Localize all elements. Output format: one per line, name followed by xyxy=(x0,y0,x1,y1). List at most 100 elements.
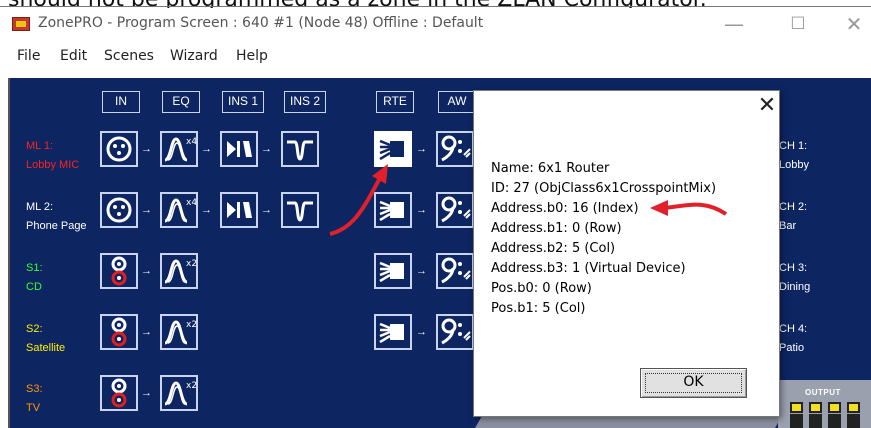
eq-multiplier: x4 xyxy=(186,137,196,147)
xlr-connector-icon[interactable] xyxy=(100,192,138,228)
output-panel-label: OUTPUT xyxy=(805,388,841,397)
menu-scenes[interactable]: Scenes xyxy=(104,48,154,64)
output-channel-label[interactable]: CH 3: Dining xyxy=(779,259,810,297)
signal-arrow-icon: → xyxy=(416,326,427,338)
output-channel-label[interactable]: CH 2: Bar xyxy=(779,198,807,236)
eq-multiplier: x2 xyxy=(186,320,196,330)
info-pos-b0: Pos.b0: 0 (Row) xyxy=(491,281,592,296)
eq-curve-icon[interactable]: x4 xyxy=(160,131,198,167)
output-channel-id: CH 3: xyxy=(779,262,808,274)
signal-arrow-icon: → xyxy=(416,143,427,155)
input-channel-label[interactable]: ML 2: Phone Page xyxy=(26,198,87,236)
output-led-icon xyxy=(828,402,841,413)
output-led-base xyxy=(847,414,860,428)
column-header-rte: RTE xyxy=(376,91,414,113)
column-header-in: IN xyxy=(102,91,140,113)
output-channel-id: CH 4: xyxy=(779,323,808,335)
ok-button[interactable]: OK xyxy=(640,368,747,398)
output-led-base xyxy=(790,414,803,428)
input-channel-id: S2: xyxy=(26,323,43,335)
ambient-noise-icon[interactable] xyxy=(436,253,474,289)
signal-arrow-icon: → xyxy=(201,143,212,155)
input-channel-label[interactable]: S2: Satellite xyxy=(26,320,65,358)
output-led-icon xyxy=(790,402,803,413)
signal-arrow-icon: → xyxy=(141,326,152,338)
menu-wizard[interactable]: Wizard xyxy=(170,48,218,64)
eq-curve-icon[interactable]: x2 xyxy=(160,253,198,289)
output-channel-name: Lobby xyxy=(779,159,809,171)
input-channel-id: S3: xyxy=(26,383,43,395)
router-icon[interactable] xyxy=(374,192,412,228)
info-address-b2: Address.b2: 5 (Col) xyxy=(491,241,616,256)
input-channel-id: ML 1: xyxy=(26,140,54,152)
output-channel-id: CH 1: xyxy=(779,140,808,152)
close-button[interactable]: ✕ xyxy=(834,10,871,38)
rca-connector-icon[interactable] xyxy=(100,314,138,350)
eq-multiplier: x4 xyxy=(186,198,196,208)
rca-connector-icon[interactable] xyxy=(100,375,138,411)
signal-arrow-icon: → xyxy=(141,265,152,277)
eq-multiplier: x2 xyxy=(186,259,196,269)
signal-arrow-icon: → xyxy=(141,204,152,216)
window-title: ZonePRO - Program Screen : 640 #1 (Node … xyxy=(38,15,484,31)
output-channel-name: Bar xyxy=(779,220,797,232)
zonepro-app-icon xyxy=(12,17,30,31)
info-id: ID: 27 (ObjClass6x1CrosspointMix) xyxy=(491,181,717,196)
column-header-ins1: INS 1 xyxy=(222,91,264,113)
input-channel-label[interactable]: ML 1: Lobby MIC xyxy=(26,137,79,175)
info-pos-b1: Pos.b1: 5 (Col) xyxy=(491,301,586,316)
eq-curve-icon[interactable]: x4 xyxy=(160,192,198,228)
input-channel-name: Phone Page xyxy=(26,220,87,232)
input-channel-name: Satellite xyxy=(26,342,66,354)
menu-file[interactable]: File xyxy=(17,48,40,64)
info-name: Name: 6x1 Router xyxy=(491,161,610,176)
xlr-connector-icon[interactable] xyxy=(100,131,138,167)
signal-arrow-icon: → xyxy=(261,143,272,155)
signal-arrow-icon: → xyxy=(416,204,427,216)
ambient-noise-icon[interactable] xyxy=(436,192,474,228)
signal-arrow-icon: → xyxy=(261,204,272,216)
dialog-close-button[interactable]: ✕ xyxy=(757,95,777,117)
filter-icon[interactable] xyxy=(281,131,319,167)
signal-arrow-icon: → xyxy=(141,143,152,155)
input-channel-label[interactable]: S1: CD xyxy=(26,259,43,297)
input-channel-name: Lobby MIC xyxy=(26,159,80,171)
rca-connector-icon[interactable] xyxy=(100,253,138,289)
column-header-ins2: INS 2 xyxy=(284,91,326,113)
object-info-dialog: ✕ Name: 6x1 Router ID: 27 (ObjClass6x1Cr… xyxy=(473,90,780,417)
output-led-icon xyxy=(847,402,860,413)
output-channel-name: Dining xyxy=(779,281,811,293)
signal-arrow-icon: → xyxy=(141,387,152,399)
router-icon[interactable] xyxy=(374,314,412,350)
info-address-b0: Address.b0: 16 (Index) xyxy=(491,201,639,216)
router-icon[interactable] xyxy=(374,131,412,167)
eq-curve-icon[interactable]: x2 xyxy=(160,314,198,350)
output-led-base xyxy=(828,414,841,428)
filter-icon[interactable] xyxy=(281,192,319,228)
input-channel-label[interactable]: S3: TV xyxy=(26,380,43,418)
menu-edit[interactable]: Edit xyxy=(60,48,87,64)
output-channel-label[interactable]: CH 1: Lobby xyxy=(779,137,809,175)
maximize-button[interactable]: ☐ xyxy=(778,10,818,38)
input-channel-name: CD xyxy=(26,281,42,293)
compressor-icon[interactable] xyxy=(220,192,258,228)
output-channel-name: Patio xyxy=(779,342,805,354)
ambient-noise-icon[interactable] xyxy=(436,131,474,167)
column-header-aw: AW xyxy=(438,91,476,113)
signal-arrow-icon: → xyxy=(416,265,427,277)
input-channel-name: TV xyxy=(26,402,41,414)
minimize-button[interactable]: — xyxy=(714,10,754,38)
input-channel-id: ML 2: xyxy=(26,201,54,213)
compressor-icon[interactable] xyxy=(220,131,258,167)
router-icon[interactable] xyxy=(374,253,412,289)
menu-help[interactable]: Help xyxy=(236,48,268,64)
output-channel-label[interactable]: CH 4: Patio xyxy=(779,320,807,358)
ambient-noise-icon[interactable] xyxy=(436,314,474,350)
signal-arrow-icon: → xyxy=(201,204,212,216)
input-channel-id: S1: xyxy=(26,262,43,274)
eq-multiplier: x2 xyxy=(186,381,196,391)
output-led-base xyxy=(809,414,822,428)
column-header-eq: EQ xyxy=(162,91,200,113)
eq-curve-icon[interactable]: x2 xyxy=(160,375,198,411)
output-channel-id: CH 2: xyxy=(779,201,808,213)
